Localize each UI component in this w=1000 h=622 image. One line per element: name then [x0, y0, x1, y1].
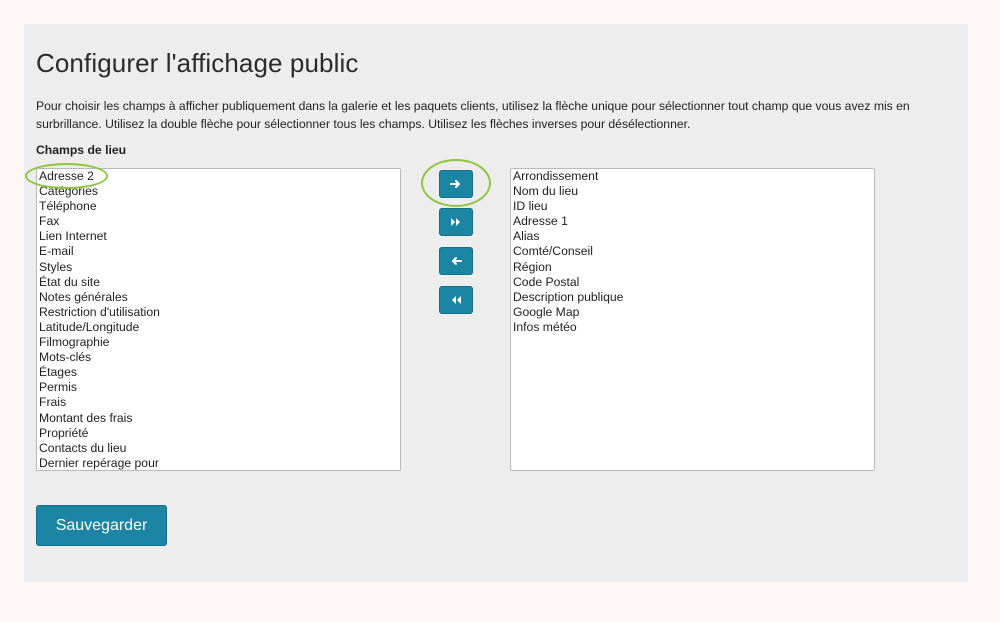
list-item[interactable]: Alias: [513, 229, 874, 244]
list-item[interactable]: Arrondissement: [513, 169, 874, 184]
section-label: Champs de lieu: [36, 143, 127, 157]
list-item[interactable]: Code Postal: [513, 275, 874, 290]
list-item[interactable]: État du site: [39, 275, 400, 290]
list-item[interactable]: Propriété: [39, 426, 400, 441]
list-item[interactable]: Adresse 2: [39, 169, 400, 184]
selected-fields-list[interactable]: Arrondissement Nom du lieu ID lieu Adresse …: [510, 168, 875, 471]
list-item[interactable]: ID lieu: [513, 199, 874, 214]
list-item[interactable]: Contacts du lieu: [39, 441, 400, 456]
save-button[interactable]: Sauvegarder: [36, 505, 167, 546]
list-item[interactable]: Lien Internet: [39, 229, 400, 244]
move-all-left-button[interactable]: [439, 286, 473, 314]
instructions-text: Pour choisir les champs à afficher publi…: [36, 99, 910, 131]
list-item[interactable]: Description publique: [513, 290, 874, 305]
list-item[interactable]: Infos météo: [513, 320, 874, 335]
double-chevron-right-icon: [451, 218, 460, 226]
double-chevron-left-icon: [452, 296, 461, 304]
move-right-button[interactable]: [439, 170, 473, 198]
list-item[interactable]: Latitude/Longitude: [39, 320, 400, 335]
list-item[interactable]: Restriction d'utilisation: [39, 305, 400, 320]
page-title: Configurer l'affichage public: [36, 48, 359, 78]
available-fields-items: Adresse 2 Catégories Téléphone Fax Lien Inte…: [39, 169, 400, 470]
list-item[interactable]: Permis: [39, 380, 400, 395]
list-item[interactable]: Styles: [39, 260, 400, 275]
list-item[interactable]: Montant des frais: [39, 411, 400, 426]
move-left-button[interactable]: [439, 247, 473, 275]
list-item[interactable]: Dernier repérage pour: [39, 456, 400, 470]
settings-panel: Configurer l'affichage public Pour chois…: [24, 24, 968, 582]
list-item[interactable]: Filmographie: [39, 335, 400, 350]
selected-fields-items: Arrondissement Nom du lieu ID lieu Adresse …: [513, 169, 874, 335]
list-item[interactable]: Fax: [39, 214, 400, 229]
list-item[interactable]: Frais: [39, 395, 400, 410]
list-item[interactable]: Mots-clés: [39, 350, 400, 365]
move-all-right-button[interactable]: [439, 208, 473, 236]
list-item[interactable]: Étages: [39, 365, 400, 380]
list-item[interactable]: Téléphone: [39, 199, 400, 214]
available-fields-list[interactable]: Adresse 2 Catégories Téléphone Fax Lien Inte…: [36, 168, 401, 471]
arrow-left-icon: [452, 257, 462, 265]
list-item[interactable]: Catégories: [39, 184, 400, 199]
list-item[interactable]: Comté/Conseil: [513, 244, 874, 259]
list-item[interactable]: Adresse 1: [513, 214, 874, 229]
list-item[interactable]: E-mail: [39, 244, 400, 259]
list-item[interactable]: Notes générales: [39, 290, 400, 305]
list-item[interactable]: Nom du lieu: [513, 184, 874, 199]
list-item[interactable]: Google Map: [513, 305, 874, 320]
arrow-right-icon: [450, 180, 460, 188]
list-item[interactable]: Région: [513, 260, 874, 275]
